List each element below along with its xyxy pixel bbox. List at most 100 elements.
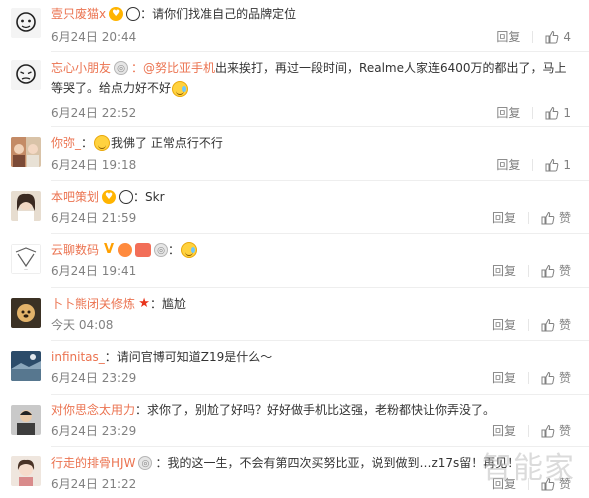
reply-button[interactable]: 回复 bbox=[492, 370, 516, 386]
comment-actions: 回复 1 bbox=[496, 105, 571, 121]
comment-body: 云聊数码 V ◎ ： bbox=[51, 240, 198, 260]
thumbs-up-icon bbox=[545, 30, 559, 44]
comment-actions: 回复 赞 bbox=[492, 317, 571, 333]
comment-body: 忘心小朋友 ◎ ：@努比亚手机 出来挨打，再过一段时间，Realme人家连640… bbox=[51, 58, 567, 78]
laughing-emoji-icon bbox=[94, 135, 111, 151]
svg-text:—: — bbox=[24, 267, 28, 272]
thumbs-up-icon bbox=[541, 211, 555, 225]
avatar[interactable] bbox=[11, 456, 41, 486]
comment-item: 对你思念太用力 ：求你了，别尬了好吗？好好做手机比这强，老粉都快让你弄没了。 6… bbox=[0, 395, 589, 447]
fox-badge-icon bbox=[118, 243, 133, 257]
like-button[interactable]: 赞 bbox=[541, 423, 571, 439]
comment-body: 对你思念太用力 ：求你了，别尬了好吗？好好做手机比这强，老粉都快让你弄没了。 bbox=[51, 400, 495, 420]
crying-emoji-icon bbox=[172, 80, 189, 97]
reply-button[interactable]: 回复 bbox=[492, 476, 516, 492]
like-count: 赞 bbox=[558, 264, 571, 278]
comment-text: ：请你们找准自己的品牌定位 bbox=[140, 7, 297, 21]
username-link[interactable]: 卜卜熊闭关修炼 bbox=[51, 294, 135, 314]
reply-button[interactable]: 回复 bbox=[492, 210, 516, 226]
comment-text-continued: 等哭了。给点力好不好 bbox=[51, 78, 189, 98]
thumbs-up-icon bbox=[545, 106, 559, 120]
comment-item: 你弥_ ： 我佛了 正常点行不行 6月24日 19:18 回复 1 bbox=[0, 127, 589, 181]
like-button[interactable]: 赞 bbox=[541, 263, 571, 279]
like-count: 赞 bbox=[558, 211, 571, 225]
action-divider bbox=[532, 31, 534, 43]
comment-item: 忘心小朋友 ◎ ：@努比亚手机 出来挨打，再过一段时间，Realme人家连640… bbox=[0, 52, 589, 127]
comment-actions: 回复 1 bbox=[496, 157, 571, 173]
like-button[interactable]: 赞 bbox=[541, 317, 571, 333]
comment-body: 你弥_ ： 我佛了 正常点行不行 bbox=[51, 133, 223, 153]
verified-v-icon: V bbox=[103, 242, 115, 257]
like-button[interactable]: 赞 bbox=[541, 370, 571, 386]
comment-body: 本吧策划 ♥ ：Skr bbox=[51, 187, 165, 207]
reply-button[interactable]: 回复 bbox=[492, 263, 516, 279]
like-count: 4 bbox=[563, 30, 571, 44]
username-link[interactable]: infinitas_ bbox=[51, 347, 105, 367]
comment-text: 我佛了 正常点行不行 bbox=[111, 136, 223, 150]
comment-item: 本吧策划 ♥ ：Skr 6月24日 21:59 回复 赞 bbox=[0, 181, 589, 234]
action-divider bbox=[527, 265, 529, 277]
thumbs-up-icon bbox=[545, 158, 559, 172]
like-button[interactable]: 赞 bbox=[541, 476, 571, 492]
comment-body: 行走的排骨HJW ◎ ：我的这一生，不会有第四次买努比亚，说到做到…z17s留！… bbox=[51, 453, 519, 473]
crying-emoji-icon bbox=[181, 242, 198, 258]
reply-button[interactable]: 回复 bbox=[496, 157, 520, 173]
thumbs-up-icon bbox=[541, 371, 555, 385]
action-divider bbox=[527, 372, 529, 384]
vip-badge-icon: ♥ bbox=[102, 190, 117, 204]
reply-button[interactable]: 回复 bbox=[492, 317, 516, 333]
avatar[interactable] bbox=[11, 351, 41, 381]
avatar[interactable] bbox=[11, 60, 41, 90]
comment-actions: 回复 赞 bbox=[492, 476, 571, 492]
like-button[interactable]: 1 bbox=[545, 157, 571, 173]
comment-date: 6月24日 19:18 bbox=[51, 158, 137, 172]
reply-button[interactable]: 回复 bbox=[496, 105, 520, 121]
comment-date: 6月24日 23:29 bbox=[51, 371, 137, 385]
comment-item: 壹只废猫x ♥ ：请你们找准自己的品牌定位 6月24日 20:44 回复 4 bbox=[0, 0, 589, 52]
avatar[interactable] bbox=[11, 191, 41, 221]
comment-text: ：我的这一生，不会有第四次买努比亚，说到做到…z17s留！再见！ bbox=[155, 456, 520, 470]
username-link[interactable]: 忘心小朋友 bbox=[51, 58, 111, 78]
comment-actions: 回复 赞 bbox=[492, 210, 571, 226]
action-divider bbox=[527, 478, 529, 490]
medal-icon: ◎ bbox=[138, 456, 153, 470]
reply-button[interactable]: 回复 bbox=[492, 423, 516, 439]
thumbs-up-icon bbox=[541, 318, 555, 332]
avatar[interactable] bbox=[11, 8, 41, 38]
comment-date: 6月24日 19:41 bbox=[51, 264, 137, 278]
like-count: 1 bbox=[563, 106, 571, 120]
like-button[interactable]: 1 bbox=[545, 105, 571, 121]
like-count: 赞 bbox=[558, 318, 571, 332]
username-link[interactable]: 壹只废猫x bbox=[51, 4, 106, 24]
comment-actions: 回复 4 bbox=[496, 29, 571, 45]
medal-icon: ◎ bbox=[154, 243, 169, 257]
vip-badge-icon: ♥ bbox=[109, 7, 124, 21]
comment-text: ：请问官博可知道Z19是什么～ bbox=[104, 350, 273, 364]
avatar[interactable]: — bbox=[11, 244, 41, 274]
like-button[interactable]: 赞 bbox=[541, 210, 571, 226]
comment-actions: 回复 赞 bbox=[492, 370, 571, 386]
comment-date: 6月24日 21:59 bbox=[51, 211, 137, 225]
like-count: 1 bbox=[563, 158, 571, 172]
avatar[interactable] bbox=[11, 298, 41, 328]
comment-item: 行走的排骨HJW ◎ ：我的这一生，不会有第四次买努比亚，说到做到…z17s留！… bbox=[0, 447, 589, 498]
username-link[interactable]: 云聊数码 bbox=[51, 240, 99, 260]
avatar[interactable] bbox=[11, 405, 41, 435]
username-link[interactable]: 对你思念太用力 bbox=[51, 400, 135, 420]
medal-icon: ◎ bbox=[114, 61, 129, 75]
comment-date: 6月24日 20:44 bbox=[51, 30, 137, 44]
username-link[interactable]: 你弥_ bbox=[51, 133, 81, 153]
comment-actions: 回复 赞 bbox=[492, 423, 571, 439]
action-divider bbox=[527, 212, 529, 224]
username-link[interactable]: 本吧策划 bbox=[51, 187, 99, 207]
mention-link[interactable]: ：@努比亚手机 bbox=[131, 58, 215, 78]
comment-text: ：求你了，别尬了好吗？好好做手机比这强，老粉都快让你弄没了。 bbox=[135, 403, 496, 417]
like-count: 赞 bbox=[558, 371, 571, 385]
reply-button[interactable]: 回复 bbox=[496, 29, 520, 45]
avatar[interactable] bbox=[11, 137, 41, 167]
like-button[interactable]: 4 bbox=[545, 29, 571, 45]
comment-body: infinitas_ ：请问官博可知道Z19是什么～ bbox=[51, 347, 272, 367]
comment-text: ：Skr bbox=[133, 190, 165, 204]
username-link[interactable]: 行走的排骨HJW bbox=[51, 453, 135, 473]
action-divider bbox=[532, 107, 534, 119]
